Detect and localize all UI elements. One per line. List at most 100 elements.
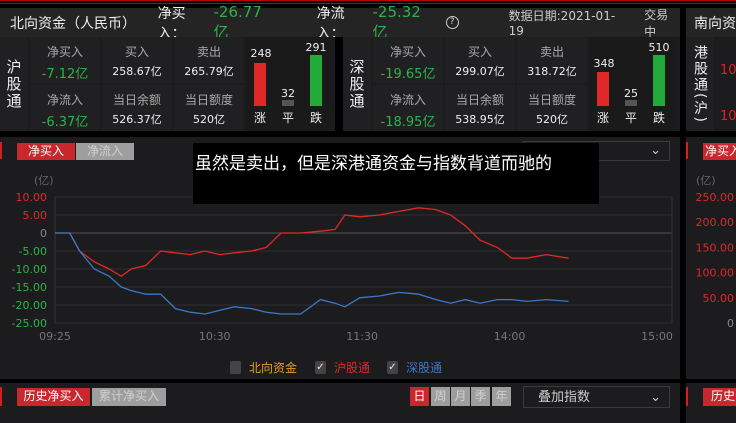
overlay-index-dropdown[interactable]: 叠加指数 ⌄	[523, 386, 670, 408]
tab-cumulative-net-buy[interactable]: 累计净买入	[92, 388, 166, 406]
legend-sh[interactable]: ✓ 沪股通	[315, 359, 370, 376]
y-tick-label: 100.00	[696, 267, 735, 280]
south-net-flow: 10	[720, 109, 736, 124]
sz-sell: 卖出 318.72亿	[517, 37, 587, 83]
flat-count: 25	[624, 87, 638, 100]
y-tick-label: 200.00	[696, 216, 735, 229]
sz-quota: 当日额度 520亿	[517, 85, 587, 131]
label: 当日额度	[527, 93, 576, 107]
down-count: 291	[305, 41, 327, 54]
checkbox[interactable]	[230, 361, 241, 374]
period-week[interactable]: 周	[431, 387, 450, 406]
southbound-header: 南向资	[686, 8, 736, 37]
sh-label: 沪股通	[0, 37, 28, 131]
period-month[interactable]: 月	[451, 387, 470, 406]
chevron-down-icon: ⌄	[650, 390, 661, 405]
sz-balance: 当日余额 538.95亿	[445, 85, 515, 131]
y-tick-label: 0	[727, 317, 734, 330]
sz-net-flow: 净流入 -18.95亿	[373, 85, 443, 131]
value: -7.12亿	[41, 67, 89, 82]
x-tick-label: 14:00	[494, 330, 526, 343]
value: -6.37亿	[41, 115, 89, 130]
y-tick-label: 250.00	[696, 191, 735, 204]
x-tick-label: 11:30	[346, 330, 378, 343]
value: 538.95亿	[455, 113, 505, 126]
northbound-header: 北向资金（人民币） 净买入： -26.77亿 净流入： -25.32亿 ? 数据…	[0, 3, 680, 42]
label: 净流入	[389, 93, 426, 107]
data-date: 数据日期:2021-01-19	[508, 9, 616, 38]
label: 买入	[467, 45, 492, 59]
up-bar	[254, 63, 266, 106]
value: 520亿	[193, 113, 225, 126]
label: 当日余额	[112, 93, 161, 107]
flat-label: 平	[281, 111, 294, 125]
sh-net-flow: 净流入 -6.37亿	[30, 85, 100, 131]
y-tick-label: 0	[40, 227, 47, 240]
value: -18.95亿	[380, 115, 436, 130]
x-tick-label: 15:00	[641, 330, 673, 343]
sh-connect-panel: 沪股通 净买入 -7.12亿 买入 258.67亿 卖出 265.79亿 净流入 -6.…	[0, 37, 335, 131]
value: 258.67亿	[112, 65, 162, 78]
value: -19.65亿	[380, 67, 436, 82]
flat-bar	[282, 100, 294, 106]
label: 当日余额	[455, 93, 504, 107]
checkbox-checked-icon[interactable]: ✓	[315, 361, 326, 374]
flat-count: 32	[281, 87, 295, 100]
legend-sz[interactable]: ✓ 深股通	[387, 359, 442, 376]
south-tab-net-buy[interactable]: 净买入	[703, 143, 736, 160]
y-tick-label: 5.00	[23, 209, 48, 222]
series-line-sh	[55, 207, 569, 277]
value: 526.37亿	[112, 113, 162, 126]
flat-label: 平	[624, 111, 637, 125]
help-icon[interactable]: ?	[445, 16, 459, 29]
caption-overlay: 虽然是卖出，但是深港通资金与指数背道而驰的	[193, 143, 599, 204]
checkbox-checked-icon[interactable]: ✓	[387, 361, 398, 374]
period-quarter[interactable]: 季	[471, 387, 490, 406]
y-unit-label: (亿)	[34, 174, 54, 187]
section-marker	[0, 387, 2, 406]
up-count: 248	[250, 47, 272, 60]
sz-label: 深股通	[343, 37, 371, 131]
sz-breadth: 348 25 510 涨 平 跌	[589, 37, 673, 131]
value: 265.79亿	[184, 65, 234, 78]
chevron-down-icon: ⌄	[650, 143, 661, 158]
sh-buy: 买入 258.67亿	[102, 37, 172, 83]
dropdown-label: 叠加指数	[538, 390, 591, 405]
south-sh-label: 港股通(沪)	[686, 37, 714, 131]
y-tick-label: 150.00	[696, 241, 735, 254]
south-tab-history[interactable]: 历史	[703, 388, 736, 406]
y-tick-label: 50.00	[703, 292, 735, 305]
y-tick-label: -5.00	[19, 245, 47, 258]
down-label: 跌	[309, 111, 322, 125]
y-tick-label: -20.00	[12, 299, 47, 312]
section-marker	[686, 387, 688, 406]
sz-connect-panel: 深股通 净买入 -19.65亿 买入 299.07亿 卖出 318.72亿 净流入 -1…	[343, 37, 680, 131]
up-count: 348	[593, 57, 615, 70]
y-tick-label: -25.00	[12, 317, 47, 330]
sh-sell: 卖出 265.79亿	[174, 37, 244, 83]
tab-history-net-buy[interactable]: 历史净买入	[17, 388, 90, 406]
northbound-title: 北向资金（人民币）	[10, 15, 136, 32]
south-net-buy: 10	[720, 63, 736, 78]
down-label: 跌	[652, 111, 665, 125]
section-marker	[686, 142, 688, 159]
y-unit-label: (亿)	[696, 174, 716, 187]
trading-status: 交易中	[644, 7, 669, 39]
legend-northbound[interactable]: 北向资金	[230, 359, 297, 376]
x-tick-label: 10:30	[199, 330, 231, 343]
tab-net-flow[interactable]: 净流入	[76, 143, 134, 160]
period-year[interactable]: 年	[492, 387, 511, 406]
up-bar	[597, 72, 609, 106]
label: 买入	[124, 45, 149, 59]
sh-balance: 当日余额 526.37亿	[102, 85, 172, 131]
period-day[interactable]: 日	[410, 387, 429, 406]
down-count: 510	[648, 41, 670, 54]
label: 卖出	[196, 45, 221, 59]
up-label: 涨	[596, 111, 609, 125]
up-label: 涨	[253, 111, 266, 125]
southbound-title: 南向资	[694, 16, 736, 32]
legend-label: 沪股通	[334, 361, 371, 375]
label: 当日额度	[184, 93, 233, 107]
y-tick-label: 10.00	[16, 191, 48, 204]
tab-net-buy[interactable]: 净买入	[17, 143, 75, 160]
